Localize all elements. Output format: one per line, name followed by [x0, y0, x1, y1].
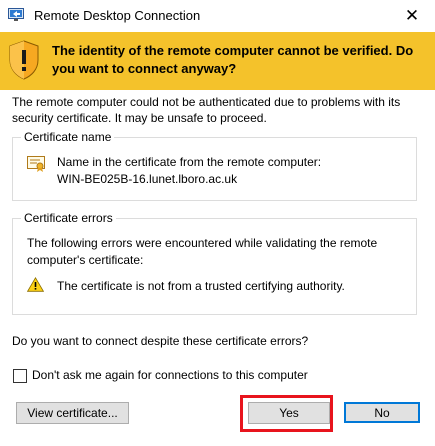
certificate-name-group: Certificate name Name in the certificate…	[12, 130, 417, 201]
warning-icon	[27, 277, 44, 292]
certificate-details: Name in the certificate from the remote …	[57, 154, 321, 188]
banner-message: The identity of the remote computer cann…	[52, 43, 414, 76]
certificate-errors-description: The following errors were encountered wh…	[27, 236, 378, 267]
certificate-name-heading: Certificate name	[21, 130, 115, 144]
close-button[interactable]: ✕	[389, 0, 435, 31]
connect-question: Do you want to connect despite these cer…	[12, 334, 309, 348]
yes-button[interactable]: Yes	[248, 402, 330, 424]
no-button[interactable]: No	[344, 402, 420, 423]
dont-ask-checkbox[interactable]	[13, 369, 27, 383]
close-icon: ✕	[404, 6, 420, 25]
dont-ask-label[interactable]: Don't ask me again for connections to th…	[32, 368, 308, 382]
certificate-hostname: WIN-BE025B-16.lunet.lboro.ac.uk	[57, 172, 238, 186]
title-bar: Remote Desktop Connection ✕	[0, 0, 435, 31]
remote-desktop-icon	[8, 8, 24, 21]
certificate-errors-heading: Certificate errors	[21, 211, 116, 225]
certificate-error-item: The certificate is not from a trusted ce…	[57, 279, 345, 293]
warning-banner: The identity of the remote computer cann…	[0, 32, 435, 90]
window-title: Remote Desktop Connection	[34, 8, 201, 23]
shield-warning-icon	[9, 40, 39, 80]
view-certificate-button[interactable]: View certificate...	[16, 402, 129, 424]
certificate-name-description: Name in the certificate from the remote …	[57, 155, 322, 169]
certificate-errors-group: Certificate errors The following errors …	[12, 211, 417, 315]
certificate-icon	[27, 156, 45, 172]
intro-text: The remote computer could not be authent…	[12, 95, 401, 125]
